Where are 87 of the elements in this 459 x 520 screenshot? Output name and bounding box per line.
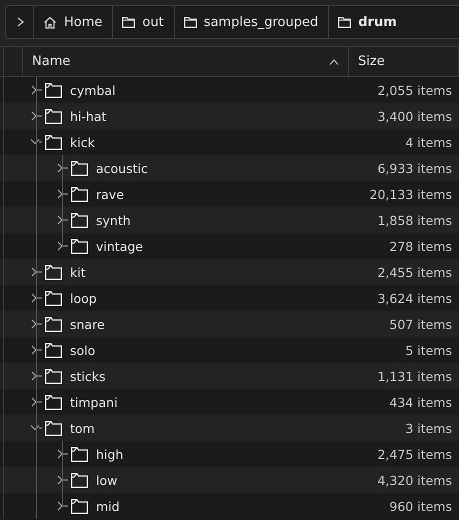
chevron-right-icon[interactable] xyxy=(30,371,42,381)
folder-icon xyxy=(71,160,88,176)
chevron-right-icon[interactable] xyxy=(30,397,42,407)
folder-name: vintage xyxy=(96,238,143,254)
folder-name: snare xyxy=(70,316,105,332)
folder-icon xyxy=(71,238,88,254)
folder-icon xyxy=(45,264,62,280)
chevron-right-icon[interactable] xyxy=(30,293,42,303)
item-count: 4,320 items xyxy=(377,472,452,488)
folder-name: sticks xyxy=(70,368,106,384)
folder-icon xyxy=(45,290,62,306)
folder-icon xyxy=(71,212,88,228)
item-count: 5 items xyxy=(405,342,452,358)
chevron-right-icon[interactable] xyxy=(30,345,42,355)
column-header[interactable]: Size xyxy=(349,47,459,76)
chevron-right-icon[interactable] xyxy=(30,85,42,95)
folder-name: rave xyxy=(96,186,124,202)
item-count: 20,133 items xyxy=(370,186,452,202)
chevron-right-icon[interactable] xyxy=(56,163,68,173)
folder-name: low xyxy=(96,472,118,488)
folder-icon xyxy=(45,368,62,384)
folder-row[interactable]: acoustic 6,933 items xyxy=(0,155,459,181)
folder-row[interactable]: tom 3 items xyxy=(0,415,459,441)
chevron-right-icon[interactable] xyxy=(30,267,42,277)
item-count: 507 items xyxy=(389,316,452,332)
folder-icon xyxy=(45,316,62,332)
folder-name: solo xyxy=(70,342,96,358)
item-count: 3,624 items xyxy=(377,290,452,306)
item-count: 1,858 items xyxy=(377,212,452,228)
chevron-right-icon[interactable] xyxy=(56,215,68,225)
chevron-down-icon[interactable] xyxy=(30,423,42,433)
chevron-right-icon[interactable] xyxy=(56,241,68,251)
folder-name: mid xyxy=(96,498,120,514)
folder-icon xyxy=(71,472,88,488)
folder-icon xyxy=(71,498,88,514)
folder-icon xyxy=(45,108,62,124)
breadcrumb-item[interactable]: drum xyxy=(329,6,407,38)
folder-row[interactable]: hi-hat 3,400 items xyxy=(0,103,459,129)
item-count: 2,455 items xyxy=(377,264,452,280)
chevron-right-icon[interactable] xyxy=(56,475,68,485)
folder-icon xyxy=(71,186,88,202)
home-icon xyxy=(43,16,57,28)
folder-name: acoustic xyxy=(96,160,148,176)
folder-name: tom xyxy=(70,420,95,436)
item-count: 434 items xyxy=(389,394,452,410)
breadcrumb-item[interactable]: samples_grouped xyxy=(174,6,330,38)
folder-row[interactable]: low 4,320 items xyxy=(0,467,459,493)
folder-icon xyxy=(122,16,136,28)
folder-icon xyxy=(45,420,62,436)
folder-name: cymbal xyxy=(70,82,116,98)
folder-name: kit xyxy=(70,264,86,280)
folder-name: loop xyxy=(70,290,97,306)
folder-name: high xyxy=(96,446,124,462)
folder-name: kick xyxy=(70,134,95,150)
folder-icon xyxy=(45,394,62,410)
folder-row[interactable]: kit 2,455 items xyxy=(0,259,459,285)
item-count: 4 items xyxy=(405,134,452,150)
folder-icon xyxy=(71,446,88,462)
folder-name: timpani xyxy=(70,394,118,410)
item-count: 3 items xyxy=(405,420,452,436)
chevron-right-icon[interactable] xyxy=(30,319,42,329)
breadcrumb-item[interactable]: Home xyxy=(34,6,114,38)
folder-icon xyxy=(45,342,62,358)
folder-icon xyxy=(45,82,62,98)
item-count: 3,400 items xyxy=(377,108,452,124)
item-count: 960 items xyxy=(389,498,452,514)
chevron-right-icon xyxy=(17,17,24,27)
folder-row[interactable]: synth 1,858 items xyxy=(0,207,459,233)
chevron-right-icon[interactable] xyxy=(30,111,42,121)
folder-icon xyxy=(45,134,62,150)
column-header[interactable]: Name xyxy=(23,47,349,76)
item-count: 6,933 items xyxy=(377,160,452,176)
chevron-right-icon[interactable] xyxy=(56,501,68,511)
item-count: 2,475 items xyxy=(377,446,452,462)
folder-row[interactable]: sticks 1,131 items xyxy=(0,363,459,389)
folder-icon xyxy=(338,16,352,28)
chevron-right-icon[interactable] xyxy=(56,189,68,199)
item-count: 278 items xyxy=(389,238,452,254)
folder-name: hi-hat xyxy=(70,108,106,124)
item-count: 1,131 items xyxy=(377,368,452,384)
chevron-right-icon[interactable] xyxy=(56,449,68,459)
breadcrumb-item[interactable]: out xyxy=(113,6,175,38)
chevron-down-icon[interactable] xyxy=(30,137,42,147)
folder-name: synth xyxy=(96,212,131,228)
folder-icon xyxy=(184,16,197,28)
folder-row[interactable]: snare 507 items xyxy=(0,311,459,337)
item-count: 2,055 items xyxy=(377,82,452,98)
